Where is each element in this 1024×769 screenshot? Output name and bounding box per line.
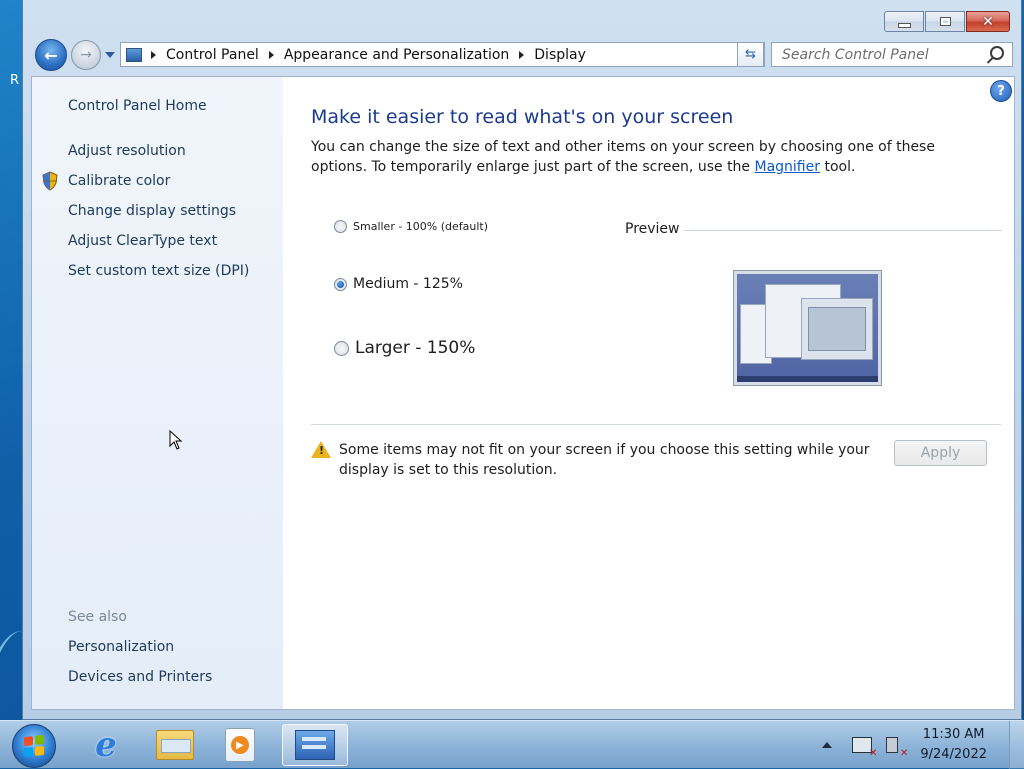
sidebar-link-calibrate-color[interactable]: Calibrate color (68, 173, 170, 189)
breadcrumb-chevron-icon[interactable] (268, 50, 274, 59)
back-button[interactable]: ← (35, 39, 67, 71)
option-larger-label: Larger - 150% (355, 338, 476, 358)
recent-pages-dropdown[interactable] (105, 52, 115, 58)
refresh-icon: ⇆ (745, 47, 756, 62)
mouse-cursor-icon (169, 430, 183, 450)
option-medium-label: Medium - 125% (353, 276, 463, 292)
sidebar-link-custom-dpi[interactable]: Set custom text size (DPI) (68, 263, 249, 279)
desktop-label: R (10, 73, 20, 88)
back-arrow-icon: ← (44, 45, 58, 65)
windows-explorer-icon (156, 730, 194, 760)
maximize-icon (939, 17, 951, 26)
option-smaller-label: Smaller - 100% (default) (353, 220, 489, 233)
forward-arrow-icon: → (80, 47, 92, 63)
internet-explorer-icon: e (95, 725, 117, 765)
clock[interactable]: 11:30 AM 9/24/2022 (920, 725, 987, 765)
preview-image (733, 270, 882, 386)
search-input[interactable] (780, 45, 990, 64)
breadcrumb-appearance[interactable]: Appearance and Personalization (284, 47, 509, 63)
forward-button[interactable]: → (71, 40, 101, 70)
main-panel: ? Make it easier to read what's on your … (283, 77, 1014, 709)
minimize-icon (897, 22, 911, 28)
option-medium[interactable]: Medium - 125% (334, 276, 463, 292)
sidebar-link-adjust-resolution[interactable]: Adjust resolution (68, 143, 186, 159)
warning-text: Some items may not fit on your screen if… (339, 442, 870, 478)
apply-button[interactable]: Apply (894, 440, 987, 466)
control-panel-icon (126, 47, 142, 62)
address-bar[interactable]: Control Panel Appearance and Personaliza… (120, 42, 765, 67)
media-player-icon: ▶ (225, 728, 255, 762)
control-panel-window: ✕ ← → Control Panel Appearance and Perso… (22, 0, 1022, 720)
control-panel-icon (295, 730, 335, 760)
warning-icon: ! (311, 441, 331, 458)
sidebar-link-change-display-settings[interactable]: Change display settings (68, 203, 236, 219)
maximize-button[interactable] (925, 11, 965, 32)
radio-smaller[interactable] (334, 220, 347, 233)
search-box[interactable] (771, 42, 1013, 67)
start-button[interactable] (12, 724, 56, 768)
volume-icon[interactable] (886, 737, 908, 759)
breadcrumb-control-panel[interactable]: Control Panel (166, 47, 259, 63)
taskbar-media-player[interactable]: ▶ (212, 724, 268, 766)
taskbar-windows-explorer[interactable] (147, 724, 203, 766)
taskbar-internet-explorer[interactable]: e (78, 724, 134, 766)
breadcrumb-chevron-icon[interactable] (519, 50, 525, 59)
help-icon[interactable]: ? (990, 80, 1012, 102)
close-icon: ✕ (982, 13, 994, 30)
see-also-heading: See also (68, 609, 127, 625)
sidebar-link-adjust-cleartype[interactable]: Adjust ClearType text (68, 233, 217, 249)
clock-date: 9/24/2022 (920, 747, 987, 762)
show-hidden-icons-icon[interactable] (822, 742, 833, 748)
preview-divider (684, 230, 1002, 231)
network-icon[interactable] (852, 737, 877, 759)
caption-buttons: ✕ (883, 11, 1010, 32)
option-larger[interactable]: Larger - 150% (334, 338, 475, 358)
clock-time: 11:30 AM (922, 727, 985, 742)
sidebar-link-devices-printers[interactable]: Devices and Printers (68, 669, 212, 685)
magnifier-link[interactable]: Magnifier (755, 159, 821, 175)
sidebar-link-personalization[interactable]: Personalization (68, 639, 174, 655)
sidebar-link-control-panel-home[interactable]: Control Panel Home (68, 98, 207, 114)
show-desktop-button[interactable] (1009, 721, 1024, 769)
close-button[interactable]: ✕ (966, 11, 1010, 32)
taskbar: e ▶ 11:30 AM 9/24/2022 (0, 720, 1024, 769)
uac-shield-icon (42, 171, 58, 191)
refresh-button[interactable]: ⇆ (737, 42, 764, 67)
windows-logo-icon (24, 734, 44, 758)
taskbar-control-panel[interactable] (282, 724, 348, 766)
breadcrumb-chevron-icon[interactable] (151, 50, 156, 59)
section-divider (311, 424, 1001, 425)
page-title: Make it easier to read what's on your sc… (311, 106, 734, 128)
radio-larger[interactable] (334, 340, 349, 356)
preview-label: Preview (625, 221, 680, 237)
minimize-button[interactable] (884, 11, 924, 32)
content-area: Control Panel Home Adjust resolution Cal… (31, 76, 1015, 710)
intro-text: You can change the size of text and othe… (311, 139, 935, 175)
radio-medium[interactable] (334, 277, 347, 291)
system-tray: 11:30 AM 9/24/2022 (822, 721, 1024, 769)
option-smaller[interactable]: Smaller - 100% (default) (334, 220, 488, 233)
sidebar: Control Panel Home Adjust resolution Cal… (32, 77, 283, 709)
search-icon[interactable] (990, 46, 1004, 60)
breadcrumb-display[interactable]: Display (534, 47, 586, 63)
